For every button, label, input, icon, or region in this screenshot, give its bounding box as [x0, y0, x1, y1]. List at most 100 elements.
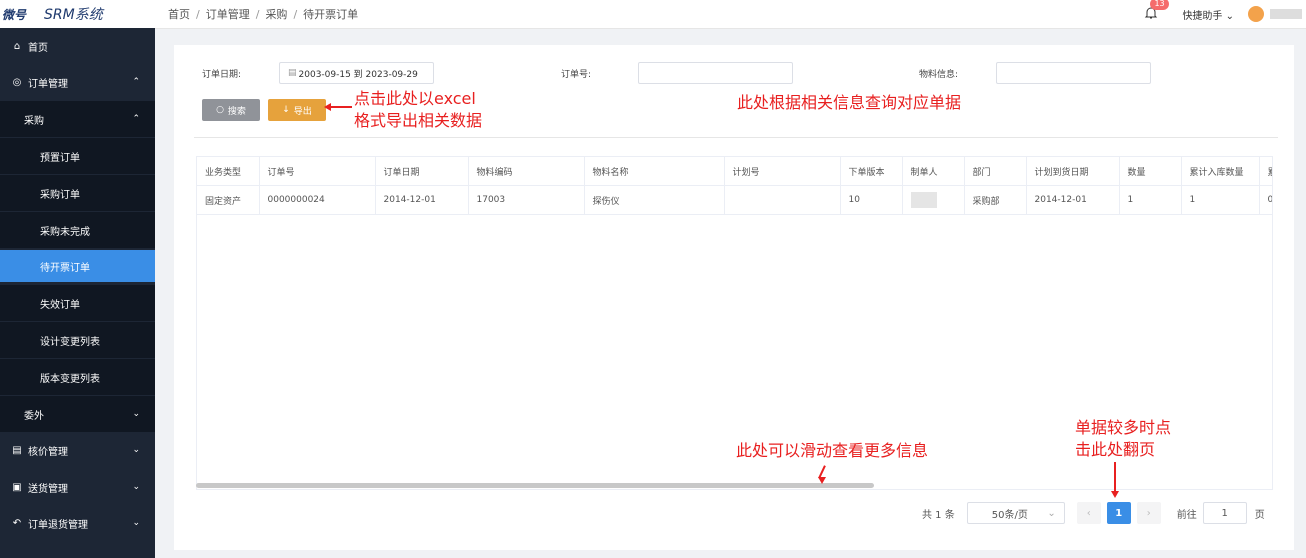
sidebar-item-purchase-incomplete[interactable]: 采购未完成	[0, 212, 155, 248]
next-page-button[interactable]: ›	[1136, 502, 1161, 524]
top-bar: 微号 SRM系统 首页 / 订单管理 / 采购 / 待开票订单 13 快捷助手 ⌄	[0, 0, 1306, 29]
main-content-card: 订单日期: ▤ 2003-09-15 到 2023-09-29 订单号: 物料信…	[174, 45, 1294, 550]
column-header: 部门	[964, 157, 1027, 186]
table-header-row: 业务类型 订单号 订单日期 物料编码 物料名称 计划号 下单版本 制单人 部门 …	[197, 157, 1272, 186]
sidebar-item-label: 订单管理	[28, 78, 68, 90]
goto-page-value: 1	[1221, 507, 1228, 519]
chevron-down-icon: ⌄	[132, 445, 140, 455]
table-cell: 17003	[468, 185, 585, 215]
sidebar-item-delivery[interactable]: ▣ 送货管理 ⌄	[0, 469, 155, 505]
logo: 微号 SRM系统	[0, 0, 155, 28]
sidebar-item-outsource[interactable]: 委外 ⌄	[0, 396, 155, 432]
column-header: 订单号	[259, 157, 376, 186]
return-icon: ↶	[12, 517, 22, 529]
sidebar-item-label: 版本变更列表	[40, 373, 100, 385]
table-row[interactable]: 固定资产 0000000024 2014-12-01 17003 探伤仪 10 …	[197, 185, 1272, 215]
order-date-range-picker[interactable]: ▤ 2003-09-15 到 2023-09-29	[279, 62, 434, 84]
table-cell: 探伤仪	[584, 185, 725, 215]
annotation-export-line2: 格式导出相关数据	[354, 111, 483, 130]
table-cell: 采购部	[964, 185, 1027, 215]
sidebar-item-pending-invoice[interactable]: 待开票订单	[0, 250, 155, 282]
annotation-scroll: 此处可以滑动查看更多信息	[736, 441, 929, 460]
sidebar-item-label: 首页	[28, 42, 48, 54]
quick-helper-label: 快捷助手	[1182, 10, 1223, 22]
annotation-arrow	[328, 106, 352, 108]
annotation-query: 此处根据相关信息查询对应单据	[737, 93, 962, 112]
clipboard-icon: ▤	[12, 444, 22, 456]
table-cell-creator-blurred	[902, 185, 965, 215]
sidebar-item-pricing[interactable]: ▤ 核价管理 ⌄	[0, 432, 155, 468]
sidebar-item-label: 待开票订单	[40, 262, 90, 274]
chevron-up-icon: ⌃	[132, 114, 140, 124]
page-unit-label: 页	[1254, 509, 1265, 521]
page-size-value: 50条/页	[991, 509, 1028, 521]
annotation-arrow-page	[1114, 462, 1116, 492]
sidebar-item-invalid-orders[interactable]: 失效订单	[0, 285, 155, 321]
sidebar-item-returns[interactable]: ↶ 订单退货管理 ⌄	[0, 505, 155, 541]
table-cell: 固定资产	[197, 185, 260, 215]
sidebar-item-version-changes[interactable]: 版本变更列表	[0, 359, 155, 395]
annotation-page-line2: 击此处翻页	[1075, 440, 1156, 459]
username-blurred[interactable]	[1270, 9, 1302, 19]
annotation-arrowhead-page	[1111, 491, 1119, 498]
column-header: 订单日期	[375, 157, 469, 186]
breadcrumb-item-home[interactable]: 首页	[168, 8, 190, 21]
sidebar-item-design-changes[interactable]: 设计变更列表	[0, 322, 155, 358]
export-button-label: 导出	[293, 106, 312, 117]
table-cell: 1	[1119, 185, 1182, 215]
page-number-button[interactable]: 1	[1106, 502, 1131, 524]
chevron-up-icon: ⌃	[132, 77, 140, 87]
logo-mark: 微号	[2, 7, 27, 22]
material-info-input[interactable]	[996, 62, 1151, 84]
page-size-select[interactable]: 50条/页 ⌄	[966, 502, 1065, 524]
breadcrumb-item-current: 待开票订单	[303, 8, 359, 21]
breadcrumb-item-orders[interactable]: 订单管理	[206, 8, 250, 21]
sidebar: ⌂ 首页 ◎ 订单管理 ⌃ 采购 ⌃ 预置订单 采购订单 采购未完成 待开票订单…	[0, 28, 155, 558]
column-header: 业务类型	[197, 157, 260, 186]
sidebar-item-label: 委外	[24, 410, 44, 422]
column-header: 物料编码	[468, 157, 585, 186]
table-cell: 0	[1259, 185, 1272, 215]
sidebar-item-purchase-orders[interactable]: 采购订单	[0, 175, 155, 211]
annotation-arrowhead-scroll	[818, 477, 826, 484]
sidebar-item-label: 失效订单	[40, 299, 80, 311]
breadcrumb-item-purchase[interactable]: 采购	[265, 8, 287, 21]
divider	[194, 137, 1278, 138]
annotation-page-line1: 单据较多时点	[1075, 418, 1172, 437]
sidebar-item-home[interactable]: ⌂ 首页	[0, 28, 155, 64]
annotation-export-line1: 点击此处以excel	[354, 89, 476, 108]
export-button[interactable]: ↓ 导出	[268, 99, 326, 121]
page-number: 1	[1115, 507, 1123, 519]
bell-icon[interactable]: 13	[1144, 0, 1169, 22]
date-range-value: 2003-09-15 到 2023-09-29	[298, 69, 418, 80]
sidebar-item-purchase[interactable]: 采购 ⌃	[0, 101, 155, 137]
download-icon: ↓	[282, 105, 290, 115]
quick-helper-menu[interactable]: 快捷助手 ⌄	[1182, 7, 1234, 22]
chevron-down-icon: ⌄	[1222, 10, 1234, 22]
order-no-label: 订单号:	[561, 70, 592, 80]
chevron-down-icon: ⌄	[1047, 507, 1056, 519]
sidebar-item-label: 采购未完成	[40, 226, 90, 238]
goto-page-input[interactable]: 1	[1202, 502, 1247, 524]
breadcrumb: 首页 / 订单管理 / 采购 / 待开票订单	[168, 8, 359, 21]
material-info-label: 物料信息:	[919, 70, 959, 80]
chevron-left-icon: ‹	[1086, 507, 1091, 519]
sidebar-item-label: 采购	[24, 115, 44, 127]
search-button[interactable]: ○ 搜索	[202, 99, 260, 121]
avatar[interactable]	[1248, 6, 1264, 22]
prev-page-button[interactable]: ‹	[1076, 502, 1101, 524]
sidebar-item-preset-orders[interactable]: 预置订单	[0, 138, 155, 174]
horizontal-scrollbar[interactable]	[196, 483, 874, 488]
check-circle-icon: ◎	[12, 76, 22, 88]
package-icon: ▣	[12, 481, 22, 493]
column-header: 计划号	[724, 157, 841, 186]
chevron-down-icon: ⌄	[132, 482, 140, 492]
sidebar-item-order-management[interactable]: ◎ 订单管理 ⌃	[0, 64, 155, 100]
column-header: 制单人	[902, 157, 965, 186]
order-no-input[interactable]	[638, 62, 793, 84]
table-cell	[724, 185, 841, 215]
search-icon: ○	[216, 105, 224, 115]
table-cell: 10	[840, 185, 903, 215]
sidebar-item-label: 送货管理	[28, 483, 68, 495]
annotation-arrowhead-left	[324, 103, 331, 111]
